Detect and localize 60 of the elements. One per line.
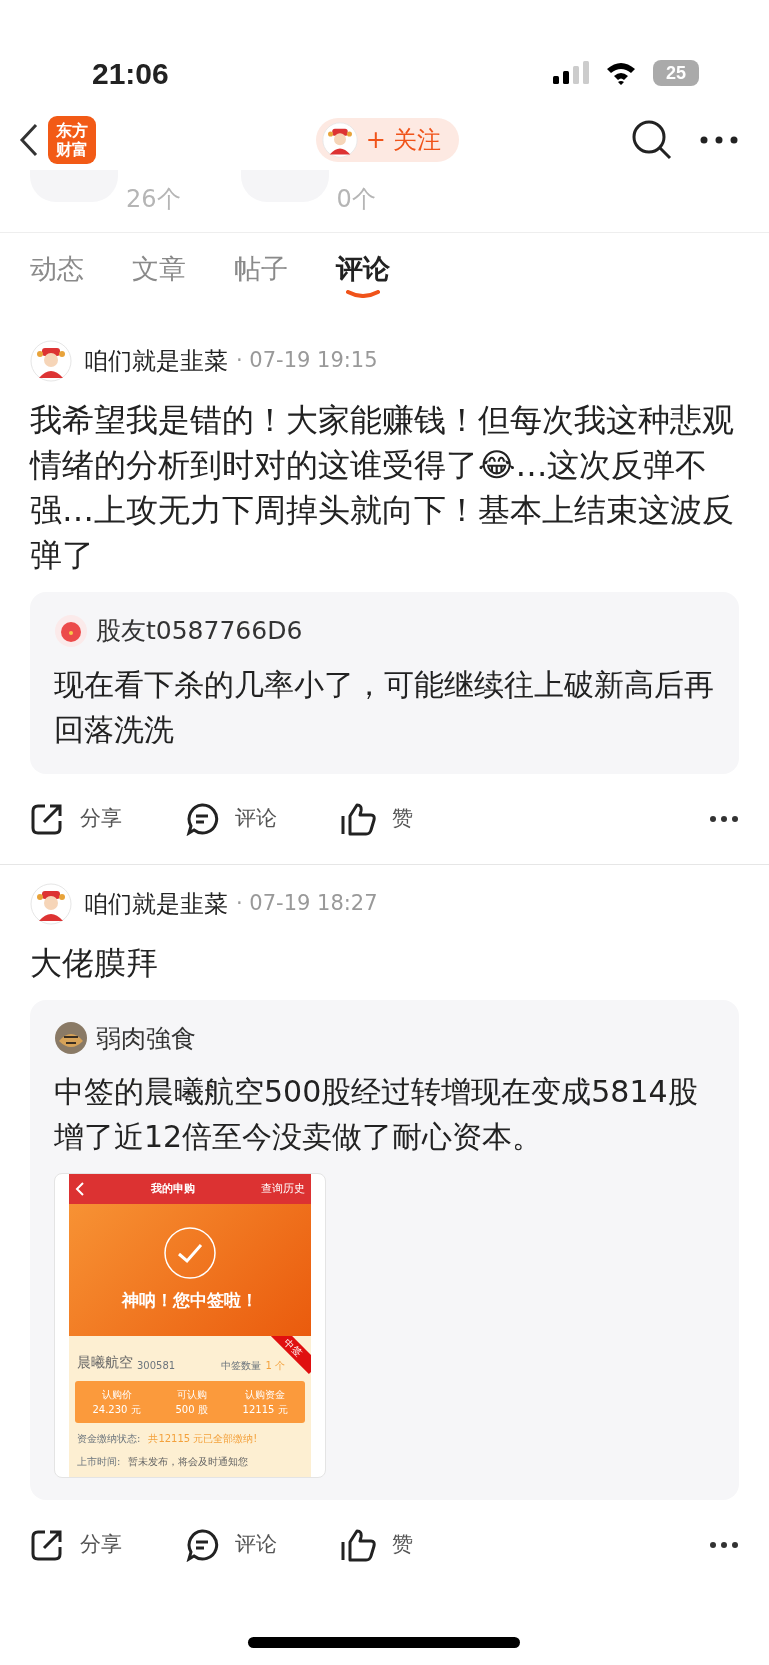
logo-text: 财富 [56,140,88,159]
post-text: 我希望我是错的！大家能赚钱！但每次我这种悲观情绪的分析到时对的这谁受得了😂…这次反弹不强…上攻无力下周掉头就向下！基本上结束这波反弹了 [30,400,735,576]
field-label: 可认购 [176,1388,207,1402]
avatar-icon [54,1021,88,1056]
tab[interactable]: 评论 [336,249,390,290]
back-icon [75,1182,85,1196]
check-icon [163,1226,217,1281]
avatar-icon [30,882,72,925]
wifi-icon [605,61,637,85]
share-icon[interactable] [30,1528,64,1562]
stat-count: 26个 [126,184,181,215]
status-label: 资金缴纳状态: [77,1432,141,1446]
author-name[interactable]: 咱们就是韭菜 [84,343,228,379]
count-label: 中签数量 [221,1359,262,1373]
quote-author[interactable]: 股友t0587766D6 [96,612,303,650]
stock-code: 300581 [137,1359,176,1373]
more-icon[interactable] [709,1541,739,1549]
search-icon[interactable] [631,119,673,161]
post-time: · 07-19 18:27 [236,889,378,917]
post-time: · 07-19 19:15 [236,347,378,375]
field-value: 500 股 [175,1403,208,1417]
logo-text: 东方 [56,121,88,140]
history-link[interactable]: 查询历史 [261,1180,305,1198]
author-name[interactable]: 咱们就是韭菜 [84,885,228,922]
status-value: 共12115 元已全部缴纳! [148,1432,258,1446]
comment-icon[interactable] [185,1528,219,1562]
quote-text: 现在看下杀的几率小了，可能继续往上破新高后再回落洗洗 [54,665,715,749]
status-value: 暂未发布，将会及时通知您 [128,1455,249,1469]
more-icon[interactable] [709,814,739,823]
battery-level: 25 [653,60,699,86]
comment-icon[interactable] [185,801,219,836]
avatar-icon [54,613,88,648]
field-value: 12115 元 [242,1403,288,1417]
action-label[interactable]: 赞 [392,802,413,835]
action-label[interactable]: 分享 [80,1529,122,1561]
avatar-icon [321,122,358,158]
thumbs-up-icon[interactable] [340,1528,376,1562]
field-label: 认购资金 [245,1388,286,1402]
back-icon[interactable] [18,123,40,157]
quote-author[interactable]: 弱肉強食 [96,1019,196,1057]
action-label[interactable]: 评论 [235,802,277,835]
action-label[interactable]: 赞 [392,1529,413,1561]
signal-icon [553,61,589,85]
post-text: 大佬膜拜 [30,942,159,984]
count-value: 1 个 [265,1359,285,1373]
clock-time: 21:06 [92,55,169,92]
avatar-icon [30,340,72,382]
status-label: 上市时间: [77,1455,121,1469]
banner-text: 神呐！您中签啦！ [122,1289,258,1313]
field-label: 认购价 [101,1388,132,1402]
tab-indicator [346,289,380,298]
action-label[interactable]: 分享 [80,802,122,835]
stat-count: 0个 [336,184,376,215]
quote-text: 中签的晨曦航空500股经过转增现在变成5814股增了近12倍至今没卖做了耐心资本。 [54,1073,699,1156]
more-icon[interactable] [699,135,739,145]
thumbs-up-icon[interactable] [340,801,376,836]
screen-title: 我的申购 [151,1180,195,1197]
field-value: 24.230 元 [92,1403,141,1417]
action-label[interactable]: 评论 [235,1529,277,1561]
stock-name: 晨曦航空 [77,1353,133,1372]
